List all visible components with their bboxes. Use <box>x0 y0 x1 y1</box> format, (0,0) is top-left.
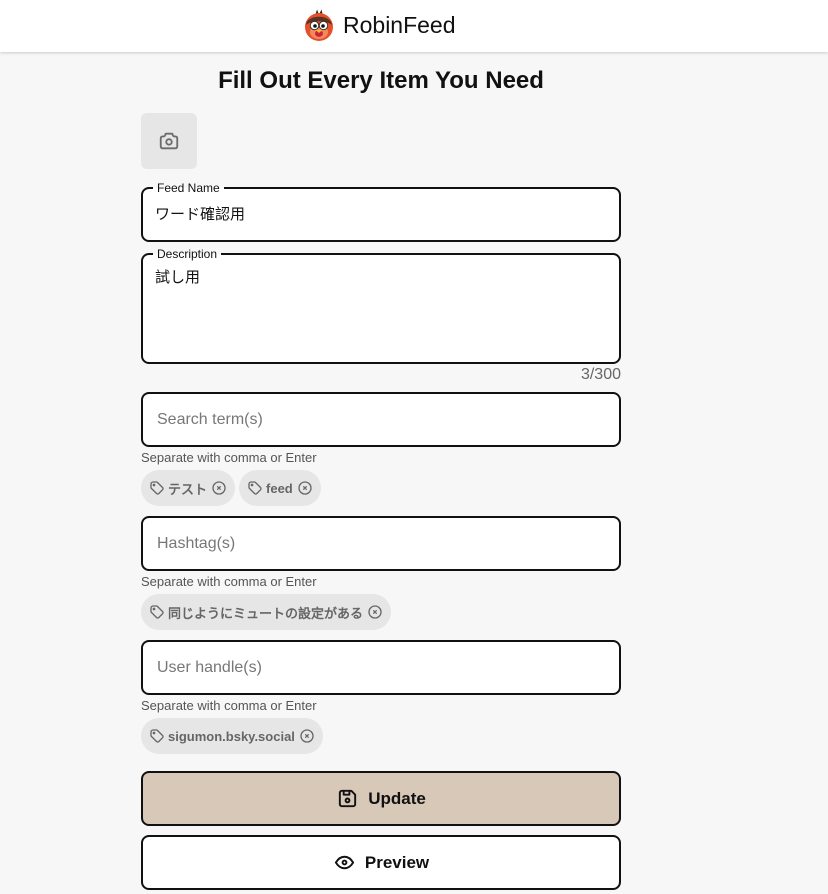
page-title: Fill Out Every Item You Need <box>218 67 544 94</box>
feed-name-input[interactable]: ワード確認用 <box>155 205 607 225</box>
search-terms-helper: Separate with comma or Enter <box>141 450 317 465</box>
user-handles-input[interactable] <box>143 642 619 693</box>
chip-label: feed <box>266 480 293 496</box>
tag-icon <box>248 481 262 495</box>
tag-icon <box>150 481 164 495</box>
search-term-chip: feed <box>239 470 321 506</box>
preview-button[interactable]: Preview <box>141 835 621 890</box>
user-handles-field[interactable] <box>141 640 621 695</box>
eye-icon <box>334 855 354 870</box>
save-icon <box>339 789 357 808</box>
x-circle-icon[interactable] <box>299 728 315 744</box>
x-circle-icon[interactable] <box>297 480 313 496</box>
hashtags-field[interactable] <box>141 516 621 571</box>
description-label: Description <box>153 247 222 261</box>
tag-icon <box>150 605 164 619</box>
search-terms-input[interactable] <box>143 394 619 445</box>
preview-button-label: Preview <box>364 852 430 872</box>
app-header: RobinFeed <box>0 0 828 52</box>
description-input[interactable]: 試し用 <box>155 268 607 288</box>
chip-label: sigumon.bsky.social <box>168 728 295 744</box>
search-terms-field[interactable] <box>141 392 621 447</box>
update-button[interactable]: Update <box>141 771 621 826</box>
description-field[interactable]: Description 試し用 <box>141 247 621 364</box>
hashtags-helper: Separate with comma or Enter <box>141 574 317 589</box>
feed-name-field[interactable]: Feed Name ワード確認用 <box>141 181 621 242</box>
update-button-label: Update <box>368 788 426 808</box>
user-handles-helper: Separate with comma or Enter <box>141 698 317 713</box>
description-char-counter: 3/300 <box>580 366 621 383</box>
user-handles-chips: sigumon.bsky.social <box>141 718 323 754</box>
user-handle-chip: sigumon.bsky.social <box>141 718 323 754</box>
chip-label: 同じようにミュートの設定がある <box>168 605 364 621</box>
x-circle-icon[interactable] <box>367 604 383 620</box>
search-term-chip: テスト <box>141 470 236 506</box>
chip-label: テスト <box>168 481 208 497</box>
search-terms-chips: テスト feed <box>141 470 321 506</box>
hashtags-chips: 同じようにミュートの設定がある <box>141 594 392 630</box>
camera-icon <box>159 132 179 150</box>
feed-name-label: Feed Name <box>153 181 224 195</box>
hashtag-chip: 同じようにミュートの設定がある <box>141 594 392 630</box>
x-circle-icon[interactable] <box>211 480 227 496</box>
upload-image-button[interactable] <box>141 113 197 169</box>
robin-logo-icon[interactable] <box>302 8 336 42</box>
app-name[interactable]: RobinFeed <box>343 10 456 40</box>
hashtags-input[interactable] <box>143 518 619 569</box>
tag-icon <box>150 729 164 743</box>
